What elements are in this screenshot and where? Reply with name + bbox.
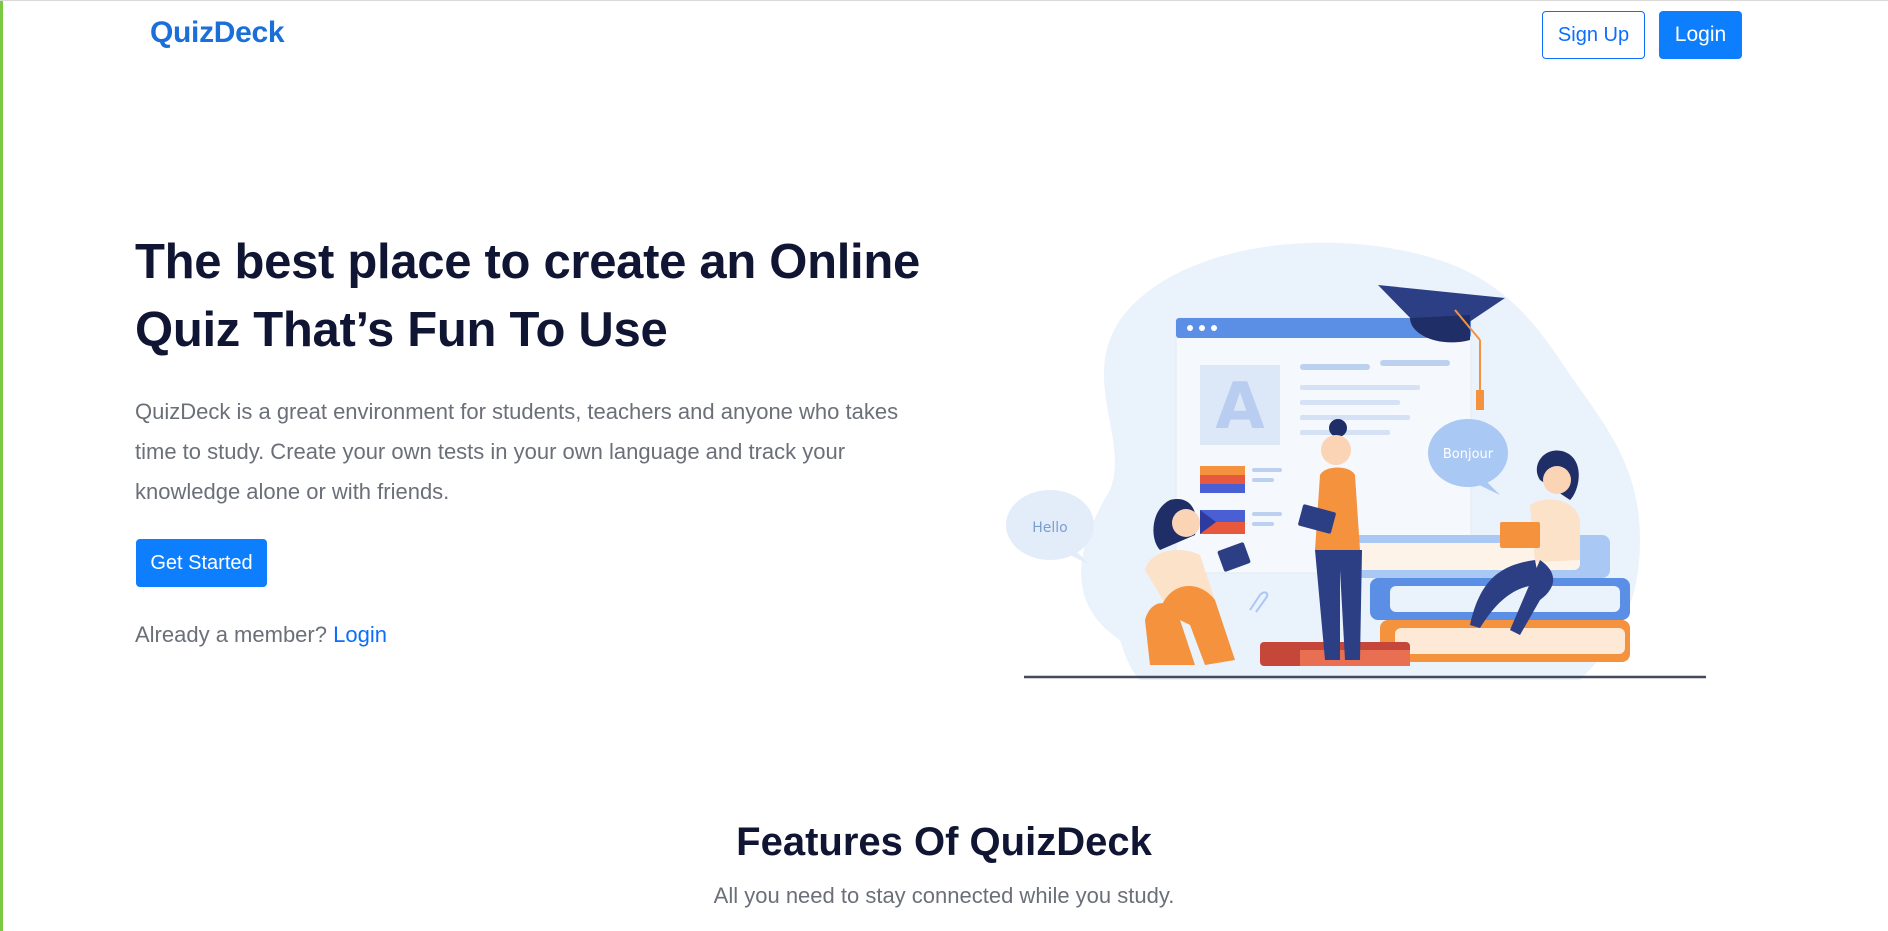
svg-text:A: A — [1215, 370, 1265, 444]
svg-text:Bonjour: Bonjour — [1443, 447, 1494, 462]
member-prompt-text: Already a member? — [135, 622, 327, 647]
signup-button[interactable]: Sign Up — [1542, 11, 1645, 59]
hero-description: QuizDeck is a great environment for stud… — [135, 399, 899, 504]
svg-text:Hello: Hello — [1032, 520, 1068, 536]
features-subtitle: All you need to stay connected while you… — [713, 883, 1175, 908]
login-button[interactable]: Login — [1659, 11, 1742, 59]
brand-logo[interactable]: QuizDeck — [150, 16, 285, 50]
member-prompt: Already a member? Login — [135, 622, 387, 648]
hero-title: The best place to create an Online Quiz … — [135, 235, 920, 357]
features-title: Features Of QuizDeck — [736, 820, 1152, 864]
hello-bubble: Hello — [1006, 490, 1094, 565]
window-left-edge — [0, 0, 3, 931]
hero-illustration: Hello A Bonjour — [1006, 242, 1706, 680]
get-started-button[interactable]: Get Started — [136, 539, 267, 587]
member-login-link[interactable]: Login — [333, 622, 387, 647]
window-top-edge — [0, 0, 1888, 1]
